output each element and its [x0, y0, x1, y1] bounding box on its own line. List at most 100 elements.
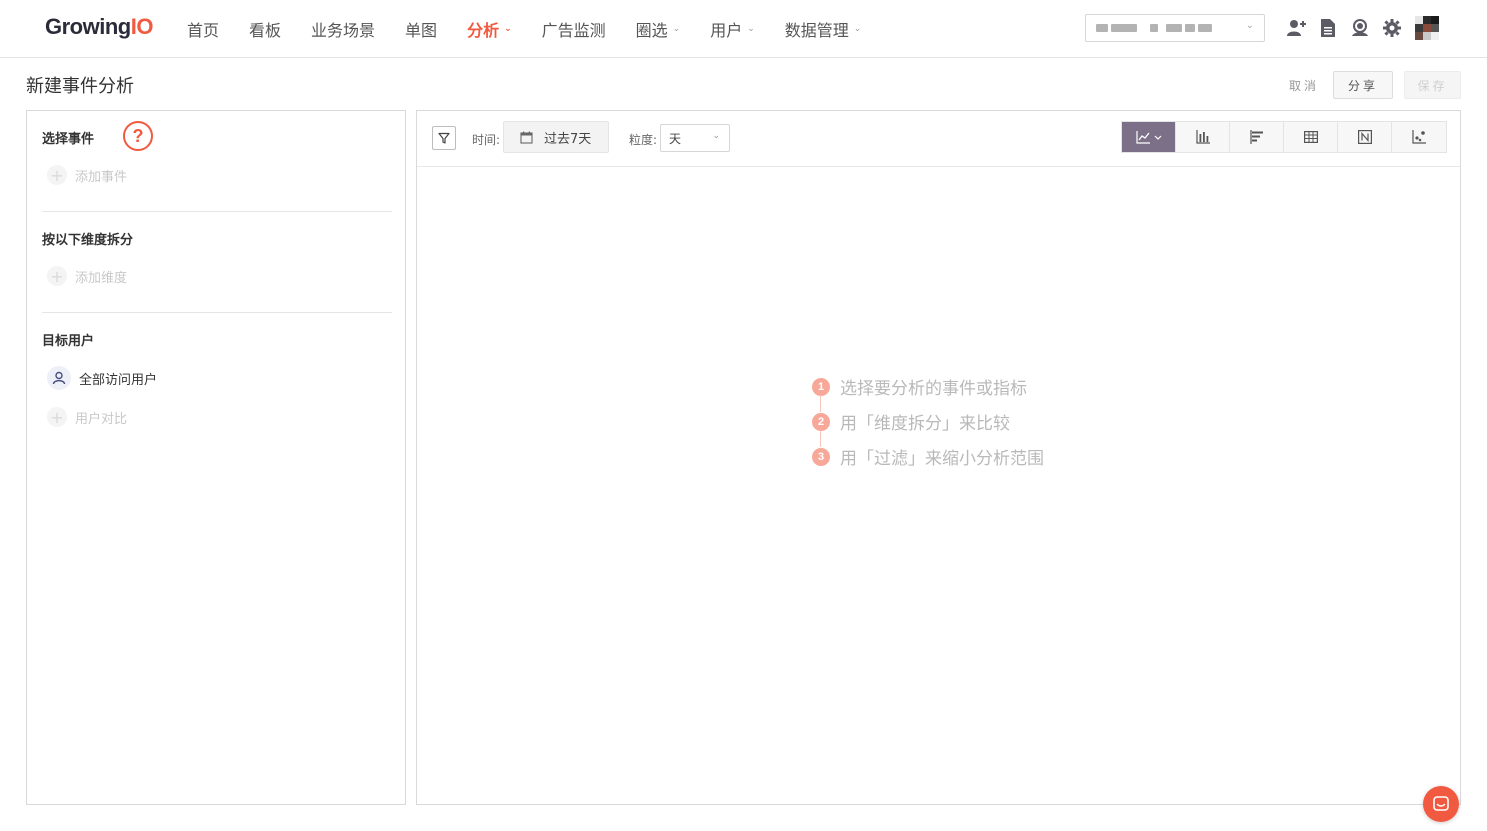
header-icons [1285, 15, 1439, 41]
step-number-badge: 2 [812, 412, 830, 431]
filter-button[interactable] [432, 126, 456, 150]
support-icon[interactable] [1349, 15, 1371, 41]
all-users-segment[interactable]: 全部访问用户 [47, 366, 157, 390]
target-users-title: 目标用户 [42, 334, 95, 349]
nav-item-business-scenes[interactable]: 业务场景 [311, 17, 375, 41]
nav-item-data-management[interactable]: 数据管理 ⌄ [785, 17, 862, 41]
nav-label: 分析 [467, 21, 500, 40]
add-dimension-button[interactable]: + 添加维度 [47, 266, 127, 286]
logo-prefix: Growing [45, 14, 131, 39]
nav-label: 业务场景 [311, 21, 376, 40]
guide-step: 1 选择要分析的事件或指标 [812, 369, 1044, 412]
help-icon[interactable]: ? [123, 121, 153, 151]
main-nav: 首页 看板 业务场景 单图 分析 ⌄ 广告监测 圈选 ⌄ 用户 ⌄ 数据管理 ⌄ [187, 0, 891, 58]
granularity-label: 粒度: [629, 133, 658, 147]
table-button[interactable] [1284, 122, 1338, 152]
time-range-picker[interactable]: 过去7天 [503, 121, 609, 153]
bar-chart-button[interactable] [1176, 122, 1230, 152]
scatter-icon [1412, 130, 1426, 144]
redacted-text [1166, 24, 1182, 32]
time-range-value: 过去7天 [544, 131, 592, 147]
plus-icon: + [47, 165, 67, 185]
share-button[interactable]: 分享 [1333, 71, 1393, 99]
logo-suffix: IO [130, 14, 154, 39]
filter-icon [438, 132, 450, 144]
nav-label: 圈选 [635, 21, 668, 40]
chart-type-switcher [1121, 121, 1447, 153]
nav-label: 广告监测 [541, 21, 606, 40]
nav-label: 单图 [405, 21, 438, 40]
chevron-down-icon: ⌄ [853, 24, 862, 34]
nav-item-users[interactable]: 用户 ⌄ [710, 17, 755, 41]
horizontal-bar-chart-button[interactable] [1230, 122, 1284, 152]
select-event-title: 选择事件 [42, 132, 95, 147]
step-text: 选择要分析的事件或指标 [840, 379, 1027, 399]
add-event-label: 添加事件 [75, 169, 128, 185]
redacted-text [1096, 24, 1108, 32]
nav-item-ad-monitoring[interactable]: 广告监测 [542, 17, 606, 41]
table-icon [1303, 131, 1318, 143]
project-select[interactable]: ⌄ [1085, 14, 1265, 42]
number-button[interactable] [1338, 122, 1392, 152]
cancel-button[interactable]: 取消 [1282, 72, 1326, 98]
chevron-down-icon: ⌄ [712, 131, 720, 141]
split-dimension-title: 按以下维度拆分 [42, 233, 134, 248]
add-event-button[interactable]: + 添加事件 [47, 165, 127, 185]
add-dimension-label: 添加维度 [75, 270, 128, 286]
step-text: 用「过滤」来缩小分析范围 [840, 449, 1044, 469]
chevron-down-icon: ⌄ [1245, 20, 1254, 31]
chevron-down-icon: ⌄ [504, 24, 512, 34]
user-compare-button[interactable]: + 用户对比 [47, 407, 127, 427]
nav-label: 数据管理 [784, 21, 849, 40]
scatter-button[interactable] [1392, 122, 1446, 152]
divider [42, 211, 392, 212]
granularity-value: 天 [669, 131, 682, 146]
nav-label: 用户 [710, 21, 743, 40]
nav-item-home[interactable]: 首页 [187, 17, 219, 41]
redacted-text [1198, 24, 1212, 32]
horizontal-bar-chart-icon [1249, 130, 1263, 144]
redacted-text [1185, 24, 1195, 32]
line-chart-button[interactable] [1122, 122, 1176, 152]
chat-launcher-button[interactable] [1423, 786, 1459, 822]
nav-item-circle-select[interactable]: 圈选 ⌄ [636, 17, 681, 41]
step-text: 用「维度拆分」来比较 [840, 414, 1010, 434]
gear-icon[interactable] [1381, 15, 1403, 41]
line-chart-icon [1135, 131, 1161, 144]
plus-icon: + [47, 407, 67, 427]
chat-icon [1433, 796, 1449, 811]
top-navigation-bar: Growing IO 首页 看板 业务场景 单图 分析 ⌄ 广告监测 圈选 ⌄ 用户 ⌄… [0, 0, 1487, 58]
bar-chart-icon [1195, 130, 1210, 144]
add-user-icon[interactable] [1285, 15, 1307, 41]
divider [42, 312, 392, 313]
document-icon[interactable] [1317, 15, 1339, 41]
empty-state-guide: 1 选择要分析的事件或指标 2 用「维度拆分」来比较 3 用「过滤」来缩小分析范… [812, 369, 1044, 474]
number-icon [1357, 130, 1372, 144]
nav-item-single-chart[interactable]: 单图 [405, 17, 437, 41]
step-number-badge: 1 [812, 377, 830, 396]
all-users-label: 全部访问用户 [79, 372, 158, 388]
growingio-logo[interactable]: Growing IO [45, 14, 153, 44]
avatar[interactable] [1415, 16, 1439, 40]
redacted-text [1150, 24, 1158, 32]
user-compare-label: 用户对比 [75, 411, 128, 427]
plus-icon: + [47, 266, 67, 286]
step-number-badge: 3 [812, 447, 830, 466]
chevron-down-icon: ⌄ [747, 24, 755, 34]
nav-label: 看板 [249, 21, 282, 40]
guide-step: 3 用「过滤」来缩小分析范围 [812, 439, 1044, 474]
time-label: 时间: [472, 133, 501, 147]
chart-panel: 时间: 过去7天 粒度: 天 ⌄ 1 选择要分析的事件或指标 2 用「维度拆分」… [416, 110, 1461, 805]
user-icon [47, 366, 71, 390]
page-title: 新建事件分析 [26, 76, 134, 97]
chevron-down-icon: ⌄ [672, 24, 681, 34]
chart-toolbar: 时间: 过去7天 粒度: 天 ⌄ [417, 111, 1460, 167]
query-config-panel: 选择事件 ? + 添加事件 按以下维度拆分 + 添加维度 目标用户 全部访问用户… [26, 110, 406, 805]
nav-item-analysis[interactable]: 分析 ⌄ [467, 17, 512, 41]
redacted-text [1111, 24, 1137, 32]
guide-step: 2 用「维度拆分」来比较 [812, 404, 1044, 447]
save-button: 保存 [1404, 71, 1461, 99]
calendar-icon [520, 131, 533, 144]
granularity-select[interactable]: 天 ⌄ [660, 124, 730, 152]
nav-item-dashboard[interactable]: 看板 [249, 17, 281, 41]
